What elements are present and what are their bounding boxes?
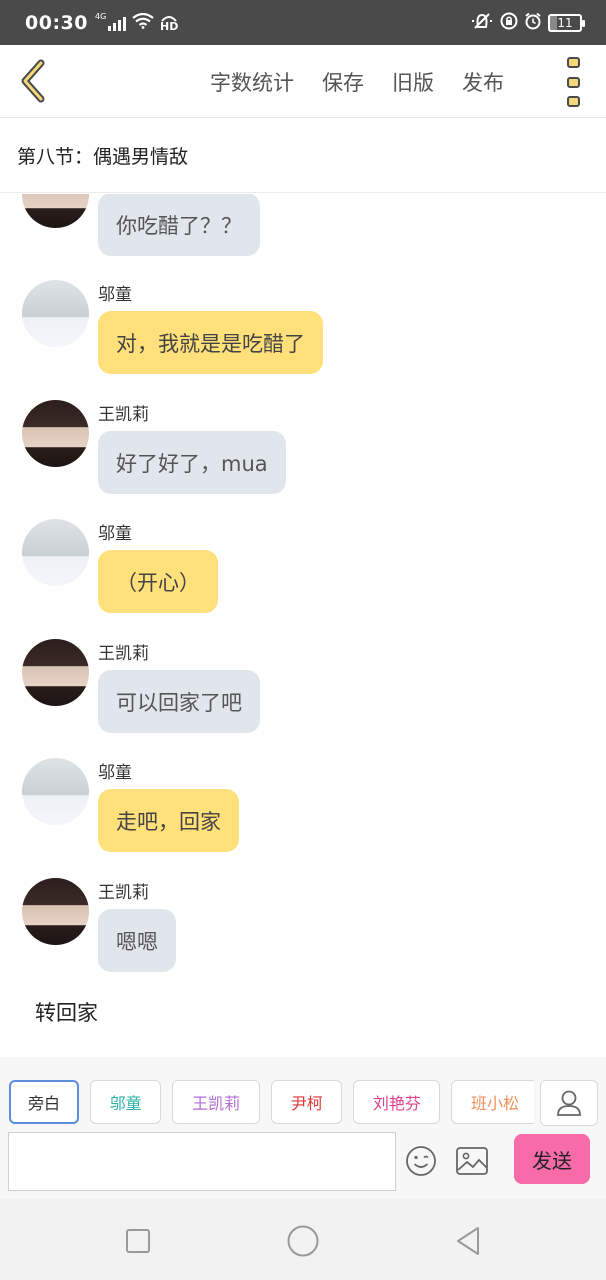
circle-icon xyxy=(287,1225,319,1257)
message-bubble[interactable]: 走吧，回家 xyxy=(98,789,239,852)
avatar[interactable] xyxy=(22,639,89,706)
triangle-back-icon xyxy=(457,1227,479,1255)
narration-text[interactable]: 转回家 xyxy=(35,997,98,1027)
chapter-title[interactable]: 第八节：偶遇男情敌 xyxy=(17,142,188,169)
send-button[interactable]: 发送 xyxy=(514,1134,590,1184)
word-count-button[interactable]: 字数统计 xyxy=(210,67,294,97)
character-chip-wangkaili[interactable]: 王凯莉 xyxy=(172,1080,261,1124)
chat-area[interactable]: 你吃醋了？？ 邬童 对，我就是是吃醋了 王凯莉 好了好了，mua 邬童 （开心）… xyxy=(0,194,606,1056)
smiley-icon xyxy=(406,1146,436,1176)
message-bubble[interactable]: 对，我就是是吃醋了 xyxy=(98,311,323,374)
sender-name: 王凯莉 xyxy=(98,644,149,664)
battery-level: 11 xyxy=(557,15,573,30)
home-button[interactable] xyxy=(283,1221,323,1261)
top-nav: 字数统计 保存 旧版 发布 xyxy=(0,45,606,118)
back-nav-button[interactable] xyxy=(448,1221,488,1261)
message-bubble[interactable]: 嗯嗯 xyxy=(98,909,176,972)
more-dot xyxy=(566,96,580,107)
lock-rotation-icon xyxy=(500,12,518,34)
chapter-bar: 第八节：偶遇男情敌 xyxy=(0,118,606,193)
alarm-icon xyxy=(524,12,542,34)
sender-name: 邬童 xyxy=(98,285,132,305)
image-button[interactable] xyxy=(454,1143,490,1179)
character-chip-yinke[interactable]: 尹柯 xyxy=(271,1080,343,1124)
battery-icon: 11 xyxy=(548,13,585,32)
more-dot xyxy=(566,76,580,88)
message-bubble[interactable]: 可以回家了吧 xyxy=(98,670,260,733)
signal-icon: 4G xyxy=(94,11,126,31)
recents-button[interactable] xyxy=(118,1221,158,1261)
vibrate-icon xyxy=(470,12,494,34)
status-left-icons: 4G HD xyxy=(94,11,178,33)
wifi-icon xyxy=(132,12,154,32)
chevron-left-icon xyxy=(21,59,45,103)
status-time: 00:30 xyxy=(25,11,88,34)
message-input[interactable] xyxy=(8,1132,396,1191)
sender-name: 王凯莉 xyxy=(98,883,149,903)
image-icon xyxy=(456,1147,488,1175)
nav-actions: 字数统计 保存 旧版 发布 xyxy=(210,45,532,118)
message-bubble[interactable]: 好了好了，mua xyxy=(98,431,286,494)
more-menu-button[interactable] xyxy=(560,57,586,107)
message-bubble[interactable]: 你吃醋了？？ xyxy=(98,194,260,256)
sender-name: 邬童 xyxy=(98,524,132,544)
sender-name: 王凯莉 xyxy=(98,405,149,425)
message-bubble[interactable]: （开心） xyxy=(98,550,218,613)
network-type-label: 4G xyxy=(94,11,107,21)
avatar[interactable] xyxy=(22,400,89,467)
avatar[interactable] xyxy=(22,194,89,228)
avatar[interactable] xyxy=(22,878,89,945)
character-chip-wutong[interactable]: 邬童 xyxy=(90,1080,162,1124)
hd-icon: HD xyxy=(160,13,178,32)
status-right-icons: 11 xyxy=(470,12,585,34)
sender-name: 邬童 xyxy=(98,763,132,783)
square-icon xyxy=(126,1229,150,1253)
character-chip-narrator[interactable]: 旁白 xyxy=(9,1080,79,1124)
character-chips[interactable]: 旁白 邬童 王凯莉 尹柯 刘艳芬 班小松 xyxy=(9,1080,534,1125)
person-icon xyxy=(557,1090,581,1116)
more-dot xyxy=(566,57,580,68)
publish-button[interactable]: 发布 xyxy=(462,67,504,97)
status-bar: 00:30 4G HD 11 xyxy=(0,0,606,45)
character-chip-liuyanfen[interactable]: 刘艳芬 xyxy=(353,1080,441,1124)
avatar[interactable] xyxy=(22,758,89,825)
character-chip-banxiaosong[interactable]: 班小松 xyxy=(451,1080,534,1124)
old-version-button[interactable]: 旧版 xyxy=(392,67,434,97)
avatar[interactable] xyxy=(22,280,89,347)
system-nav-bar xyxy=(0,1199,606,1280)
back-button[interactable] xyxy=(14,57,50,105)
emoji-button[interactable] xyxy=(403,1143,439,1179)
add-character-button[interactable] xyxy=(540,1080,598,1126)
save-button[interactable]: 保存 xyxy=(322,67,364,97)
avatar[interactable] xyxy=(22,519,89,586)
composer-panel: 旁白 邬童 王凯莉 尹柯 刘艳芬 班小松 发送 xyxy=(0,1057,606,1199)
hd-label: HD xyxy=(159,20,179,33)
